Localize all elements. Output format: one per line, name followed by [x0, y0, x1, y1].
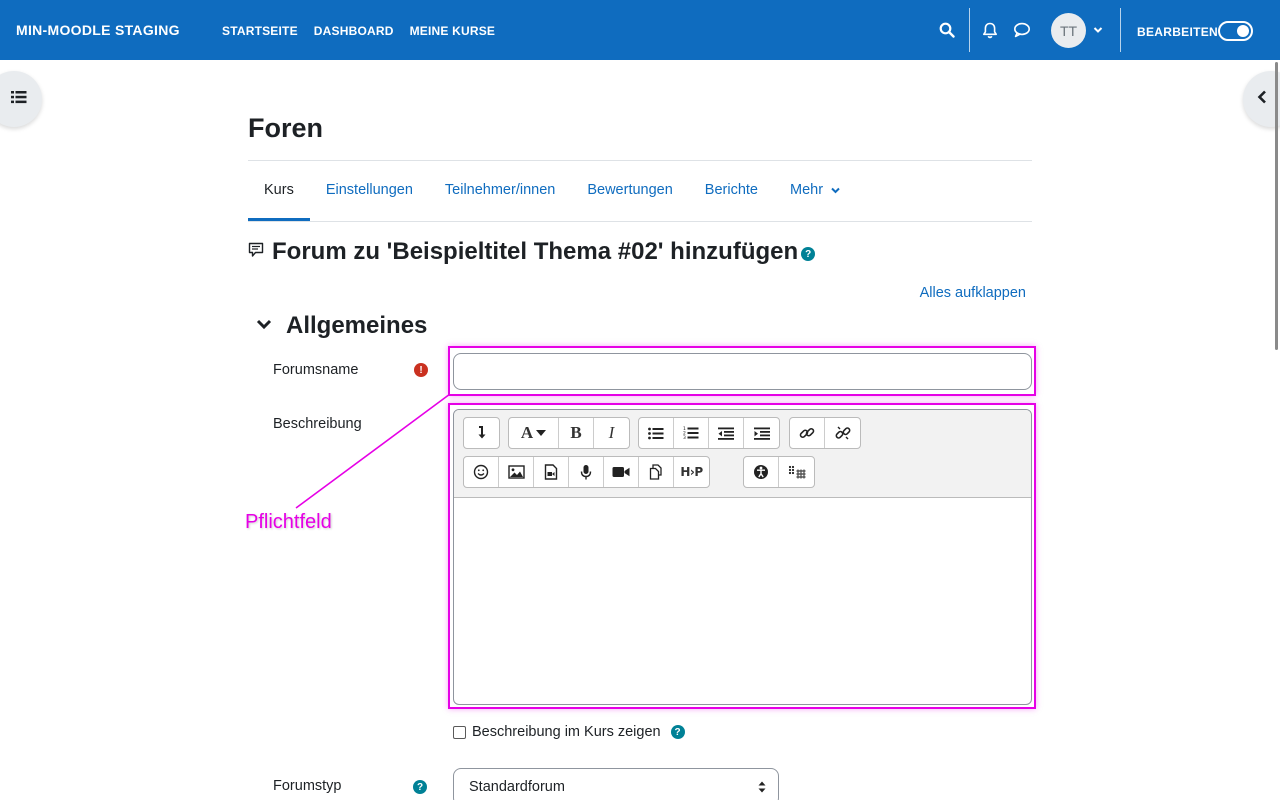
nav-link-meine-kurse[interactable]: MEINE KURSE — [410, 24, 496, 38]
list-icon — [11, 90, 27, 109]
form-heading: Forum zu 'Beispieltitel Thema #02' hinzu… — [248, 238, 816, 266]
help-icon[interactable]: ? — [670, 725, 685, 739]
tab-einstellungen[interactable]: Einstellungen — [310, 161, 429, 221]
course-index-drawer-button[interactable] — [0, 71, 42, 127]
navbar-divider — [969, 8, 970, 52]
help-icon[interactable]: ? — [413, 780, 427, 794]
required-icon: ! — [414, 363, 428, 377]
edit-mode-label: BEARBEITEN — [1137, 25, 1219, 39]
form-title: Forum zu 'Beispieltitel Thema #02' hinzu… — [272, 238, 799, 265]
tab-bewertungen[interactable]: Bewertungen — [571, 161, 688, 221]
tab-mehr[interactable]: Mehr — [774, 161, 856, 221]
show-description-checkbox[interactable] — [453, 725, 466, 739]
section-title: Allgemeines — [286, 312, 428, 339]
chevron-down-icon — [831, 161, 840, 219]
site-brand[interactable]: MIN-MOODLE STAGING — [16, 22, 180, 38]
nav-link-dashboard[interactable]: DASHBOARD — [314, 24, 394, 38]
highlight-description — [448, 403, 1036, 709]
show-description-label[interactable]: Beschreibung im Kurs zeigen — [472, 724, 661, 740]
page-title: Foren — [248, 113, 324, 143]
divider — [248, 221, 1032, 222]
user-avatar[interactable]: TT — [1051, 13, 1086, 48]
page-scrollbar[interactable] — [1275, 62, 1278, 350]
chevron-down-icon — [256, 317, 272, 335]
primary-navigation: STARTSEITE DASHBOARD MEINE KURSE — [222, 24, 495, 38]
forum-type-select[interactable]: Standardforum — [453, 768, 779, 800]
nav-link-startseite[interactable]: STARTSEITE — [222, 24, 298, 38]
forum-icon — [248, 241, 264, 264]
section-toggle-allgemeines[interactable]: Allgemeines — [256, 312, 427, 340]
bell-icon[interactable] — [980, 20, 1000, 40]
callout-label: Pflichtfeld — [245, 511, 332, 533]
forum-type-label: Forumstyp — [273, 778, 342, 794]
search-icon[interactable] — [937, 20, 957, 40]
show-description-row: Beschreibung im Kurs zeigen ? — [453, 724, 685, 740]
forum-type-value: Standardforum — [469, 779, 565, 795]
expand-all-link[interactable]: Alles aufklappen — [920, 285, 1026, 301]
highlight-forum-name — [448, 346, 1036, 396]
tab-berichte[interactable]: Berichte — [689, 161, 774, 221]
top-navbar: MIN-MOODLE STAGING STARTSEITE DASHBOARD … — [0, 0, 1280, 60]
chevron-down-icon[interactable] — [1088, 20, 1108, 40]
navbar-divider — [1120, 8, 1121, 52]
forum-name-label: Forumsname — [273, 362, 359, 378]
tab-mehr-label: Mehr — [790, 182, 824, 198]
edit-mode-toggle[interactable] — [1218, 21, 1253, 41]
secondary-navigation: Kurs Einstellungen Teilnehmer/innen Bewe… — [248, 161, 856, 221]
toggle-knob — [1237, 25, 1249, 37]
select-arrows-icon — [758, 780, 766, 798]
tab-teilnehmer[interactable]: Teilnehmer/innen — [429, 161, 571, 221]
chevron-left-icon — [1257, 90, 1267, 109]
tab-kurs[interactable]: Kurs — [248, 161, 310, 221]
description-label: Beschreibung — [273, 416, 362, 432]
help-icon[interactable]: ? — [801, 247, 816, 261]
chat-icon[interactable] — [1012, 20, 1032, 40]
